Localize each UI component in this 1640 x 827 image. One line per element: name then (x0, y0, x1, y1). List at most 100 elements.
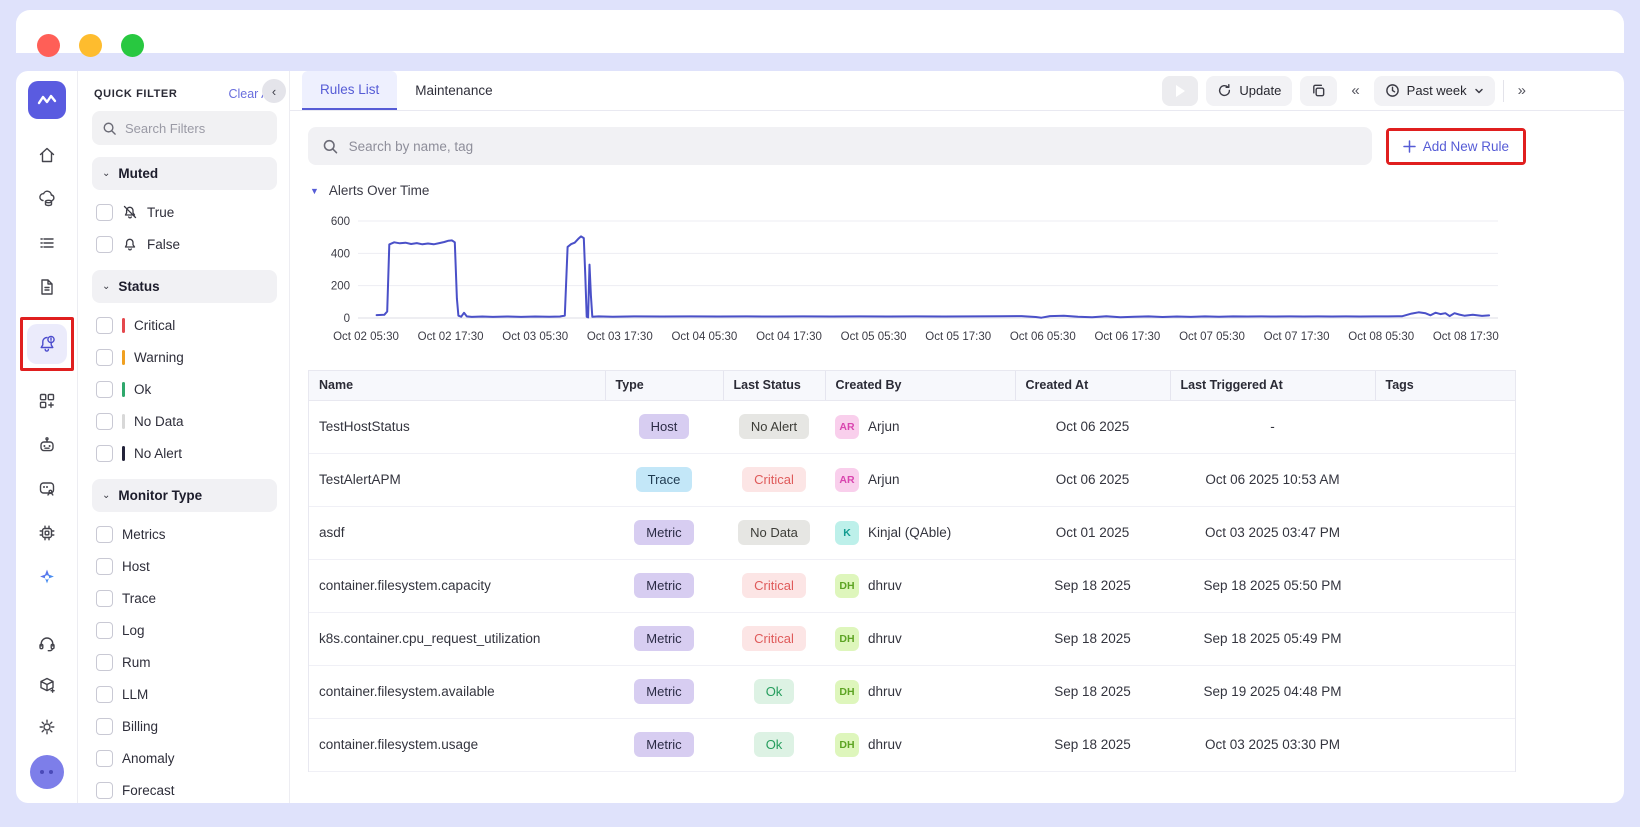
checkbox[interactable] (96, 412, 113, 430)
filter-section-monitor-type[interactable]: ⌄ Monitor Type (92, 479, 277, 512)
table-row[interactable]: container.filesystem.available Metric Ok DH… (309, 665, 1515, 719)
run-button[interactable] (1162, 75, 1199, 106)
alerts-over-time-header[interactable]: ▼ Alerts Over Time (290, 169, 1624, 198)
checkbox[interactable] (96, 589, 113, 607)
checkbox[interactable] (96, 653, 113, 671)
sidebar-item-sessions[interactable] (33, 475, 61, 503)
copy-icon (1313, 84, 1325, 97)
checkbox[interactable] (96, 685, 113, 703)
sidebar-item-integrations[interactable] (33, 671, 61, 699)
window-titlebar (16, 10, 1624, 57)
tags (1375, 453, 1515, 507)
user-avatar[interactable] (29, 755, 64, 789)
sidebar-item-reports[interactable] (33, 273, 61, 301)
checkbox[interactable] (96, 235, 113, 253)
status-color-bar (122, 445, 125, 461)
checkbox[interactable] (96, 203, 113, 221)
filter-item-true[interactable]: True (92, 196, 277, 228)
sidebar-item-home[interactable] (33, 141, 61, 169)
traffic-light-minimize[interactable] (79, 34, 102, 57)
tab-maintenance[interactable]: Maintenance (397, 71, 510, 110)
filter-search[interactable] (92, 111, 277, 145)
sidebar-item-alerts[interactable] (26, 324, 67, 364)
filter-item-false[interactable]: False (92, 228, 277, 260)
table-row[interactable]: container.filesystem.capacity Metric Criti… (309, 559, 1515, 613)
filter-item-forecast[interactable]: Forecast (92, 774, 277, 803)
app-logo[interactable] (27, 81, 66, 119)
update-button[interactable]: Update (1206, 75, 1293, 106)
filter-item-rum[interactable]: Rum (92, 646, 277, 678)
table-row[interactable]: TestHostStatus Host No Alert AR Arjun Oct 06 … (309, 400, 1515, 454)
rules-search-input[interactable] (348, 138, 1358, 154)
checkbox[interactable] (96, 316, 113, 334)
filter-item-log[interactable]: Log (92, 614, 277, 646)
sidebar-item-dashboards[interactable] (33, 387, 61, 415)
sidebar-item-infrastructure[interactable] (33, 185, 61, 213)
filter-item-metrics[interactable]: Metrics (92, 518, 277, 550)
tab-rules-list[interactable]: Rules List (302, 71, 398, 110)
filter-item-no-data[interactable]: No Data (92, 405, 277, 437)
copy-button[interactable] (1300, 75, 1338, 106)
checkbox[interactable] (96, 781, 113, 799)
filter-section-status[interactable]: ⌄ Status (92, 270, 277, 303)
rule-name: container.filesystem.available (309, 665, 605, 719)
tags (1375, 400, 1515, 454)
checkbox[interactable] (96, 444, 113, 462)
sidebar-item-logs[interactable] (33, 229, 61, 257)
sidebar-item-automation[interactable] (33, 431, 61, 459)
filter-item-critical[interactable]: Critical (92, 309, 277, 341)
rules-search[interactable] (308, 127, 1372, 165)
sidebar-item-ai-assistant[interactable] (33, 563, 61, 591)
filter-search-input[interactable] (125, 120, 255, 136)
table-row[interactable]: k8s.container.cpu_request_utilization Met… (309, 612, 1515, 666)
table-row[interactable]: TestAlertAPM Trace Critical AR Arjun Oct 06 2… (309, 453, 1515, 507)
table-row[interactable]: container.filesystem.usage Metric Ok DH dhru… (309, 718, 1515, 772)
filter-item-host[interactable]: Host (92, 550, 277, 582)
filter-section-muted[interactable]: ⌄ Muted (92, 157, 277, 190)
svg-text:Oct 04 05:30: Oct 04 05:30 (671, 331, 737, 343)
time-range-selector[interactable]: Past week (1373, 75, 1495, 106)
tags (1375, 506, 1515, 560)
chevron-down-icon: ⌄ (102, 490, 111, 501)
time-shift-forward-button[interactable]: » (1512, 76, 1532, 106)
svg-text:Oct 07 05:30: Oct 07 05:30 (1179, 331, 1245, 343)
created-by: dhruv (868, 684, 902, 699)
annotation-highlight-alerts-icon (19, 317, 74, 371)
filter-item-llm[interactable]: LLM (92, 678, 277, 710)
checkbox[interactable] (96, 621, 113, 639)
chevron-down-icon: ⌄ (102, 281, 111, 292)
toolbar-divider (1502, 79, 1504, 102)
log-lines-icon (39, 238, 54, 248)
sidebar-item-processes[interactable] (33, 519, 61, 547)
last-triggered-at: Sep 18 2025 05:49 PM (1170, 612, 1375, 666)
filter-item-ok[interactable]: Ok (92, 373, 277, 405)
collapse-triangle-icon: ▼ (310, 185, 319, 196)
checkbox[interactable] (96, 749, 113, 767)
checkbox[interactable] (96, 525, 113, 543)
collapse-filters-button[interactable]: ‹ (262, 79, 286, 103)
quick-filter-panel: QUICK FILTER Clear All ⌄MutedTrueFalse⌄S… (78, 71, 290, 803)
checkbox[interactable] (96, 717, 113, 735)
traffic-light-close[interactable] (37, 34, 60, 57)
svg-text:Oct 05 17:30: Oct 05 17:30 (925, 331, 991, 343)
time-shift-back-button[interactable]: « (1345, 76, 1365, 106)
last-triggered-at: Sep 19 2025 04:48 PM (1170, 665, 1375, 719)
filter-item-no-alert[interactable]: No Alert (92, 437, 277, 469)
status-badge: Critical (742, 467, 806, 492)
filter-item-warning[interactable]: Warning (92, 341, 277, 373)
checkbox[interactable] (96, 348, 113, 366)
column-header-last-status: Last Status (722, 371, 825, 401)
filter-item-billing[interactable]: Billing (92, 710, 277, 742)
plus-icon (1402, 139, 1416, 153)
traffic-light-zoom[interactable] (121, 34, 144, 57)
created-at: Oct 06 2025 (1015, 400, 1170, 454)
table-row[interactable]: asdf Metric No Data K Kinjal (QAble) Oct 01 2… (309, 506, 1515, 560)
filter-item-trace[interactable]: Trace (92, 582, 277, 614)
sidebar-item-settings[interactable] (33, 713, 61, 741)
checkbox[interactable] (96, 380, 113, 398)
add-new-rule-button[interactable]: Add New Rule (1388, 130, 1523, 162)
checkbox[interactable] (96, 557, 113, 575)
gear-icon (39, 719, 54, 735)
sidebar-item-support[interactable] (33, 629, 61, 657)
filter-item-anomaly[interactable]: Anomaly (92, 742, 277, 774)
